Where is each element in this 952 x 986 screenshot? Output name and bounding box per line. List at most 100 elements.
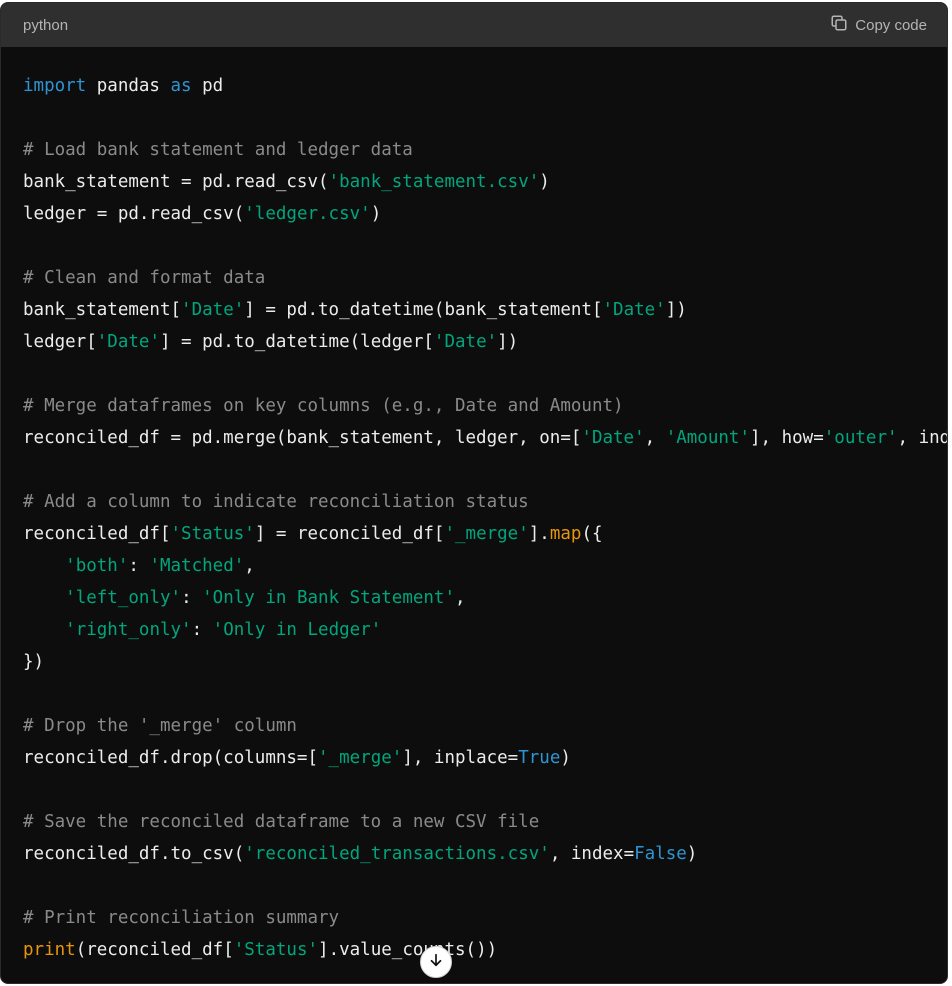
code-token: , index= xyxy=(549,844,635,864)
code-token: 'Only in Bank Statement' xyxy=(202,588,456,608)
code-token: }) xyxy=(23,652,45,672)
code-token: True xyxy=(518,748,561,768)
code-token: : xyxy=(181,588,203,608)
code-token: 'Date' xyxy=(433,332,498,352)
code-token: 'Matched' xyxy=(149,556,245,576)
code-token: pd xyxy=(191,76,224,96)
code-line: # Print reconciliation summary xyxy=(23,902,947,934)
code-token: 'Date' xyxy=(181,300,245,320)
code-token: , xyxy=(644,428,666,448)
code-line: # Drop the '_merge' column xyxy=(23,710,947,742)
code-token: ) xyxy=(539,172,550,192)
code-token: # Clean and format data xyxy=(23,268,266,288)
code-token: 'ledger.csv' xyxy=(244,204,371,224)
code-token: 'Status' xyxy=(233,940,319,960)
code-token: import xyxy=(23,76,87,96)
code-token: # Load bank statement and ledger data xyxy=(23,140,413,160)
language-label: python xyxy=(23,16,69,34)
code-line: 'both': 'Matched', xyxy=(23,550,947,582)
code-token: ({ xyxy=(581,524,603,544)
code-line: ledger['Date'] = pd.to_datetime(ledger['… xyxy=(23,326,947,358)
code-line: ledger = pd.read_csv('ledger.csv') xyxy=(23,198,947,230)
code-line: # Add a column to indicate reconciliatio… xyxy=(23,486,947,518)
code-token: 'Date' xyxy=(602,300,666,320)
code-token: 'Date' xyxy=(96,332,160,352)
code-token: ], inplace= xyxy=(402,748,519,768)
code-token: ledger[ xyxy=(23,332,97,352)
code-token: # Add a column to indicate reconciliatio… xyxy=(23,492,529,512)
code-line: # Merge dataframes on key columns (e.g.,… xyxy=(23,390,947,422)
code-token: 'both' xyxy=(65,556,129,576)
code-token: ]. xyxy=(528,524,550,544)
code-line: reconciled_df['Status'] = reconciled_df[… xyxy=(23,518,947,550)
code-token: 'Amount' xyxy=(665,428,750,448)
code-line: 'left_only': 'Only in Bank Statement', xyxy=(23,582,947,614)
code-token: ) xyxy=(560,748,571,768)
code-token: ] = pd.to_datetime(bank_statement[ xyxy=(244,300,603,320)
code-token: , xyxy=(455,588,466,608)
code-token: 'Status' xyxy=(170,524,255,544)
code-token: print xyxy=(23,940,76,960)
code-line: reconciled_df.drop(columns=['_merge'], i… xyxy=(23,742,947,774)
code-token: ]) xyxy=(665,300,687,320)
code-token: reconciled_df.drop(columns=[ xyxy=(23,748,319,768)
code-token: , xyxy=(244,556,255,576)
code-token: ledger = pd.read_csv( xyxy=(23,204,245,224)
code-content[interactable]: import pandas as pd # Load bank statemen… xyxy=(1,47,947,966)
code-line: # Clean and format data xyxy=(23,262,947,294)
code-token: ) xyxy=(370,204,382,224)
code-token: ] = pd.to_datetime(ledger[ xyxy=(159,332,434,352)
code-token: bank_statement[ xyxy=(23,300,182,320)
code-token: ]) xyxy=(497,332,519,352)
copy-code-button[interactable]: Copy code xyxy=(830,14,927,36)
code-line: reconciled_df = pd.merge(bank_statement,… xyxy=(23,422,947,454)
code-line: reconciled_df.to_csv('reconciled_transac… xyxy=(23,838,947,870)
code-token: 'bank_statement.csv' xyxy=(328,172,540,192)
code-block-header: python Copy code xyxy=(1,3,947,47)
code-token: ].value_counts()) xyxy=(318,940,498,960)
code-token: (reconciled_df[ xyxy=(75,940,234,960)
scroll-to-bottom-button[interactable] xyxy=(420,946,452,978)
code-token: , indicator= xyxy=(897,428,947,448)
code-token: : xyxy=(191,620,213,640)
copy-code-label: Copy code xyxy=(855,16,927,34)
code-token: ] = reconciled_df[ xyxy=(254,524,445,544)
code-token: ], how= xyxy=(750,428,824,448)
code-token: '_merge' xyxy=(444,524,529,544)
code-token: # Drop the '_merge' column xyxy=(23,716,297,736)
code-token: ) xyxy=(686,844,698,864)
code-line: }) xyxy=(23,646,947,678)
code-token: reconciled_df = pd.merge(bank_statement,… xyxy=(23,428,582,448)
code-line: import pandas as pd xyxy=(23,70,947,102)
arrow-down-icon xyxy=(427,951,445,974)
code-token: as xyxy=(170,76,192,96)
code-line: # Save the reconciled dataframe to a new… xyxy=(23,806,947,838)
code-token: 'outer' xyxy=(823,428,898,448)
code-token: bank_statement = pd.read_csv( xyxy=(23,172,329,192)
code-token: 'Date' xyxy=(581,428,645,448)
code-token: : xyxy=(128,556,150,576)
code-token: 'right_only' xyxy=(65,620,192,640)
code-token: reconciled_df.to_csv( xyxy=(23,844,245,864)
code-token: reconciled_df[ xyxy=(23,524,171,544)
code-line: # Load bank statement and ledger data xyxy=(23,134,947,166)
code-token: 'Only in Ledger' xyxy=(212,620,382,640)
code-token: # Print reconciliation summary xyxy=(23,908,340,928)
code-token: 'reconciled_transactions.csv' xyxy=(244,844,550,864)
copy-icon xyxy=(830,14,848,36)
code-line: print(reconciled_df['Status'].value_coun… xyxy=(23,934,947,966)
code-block: python Copy code import pandas as pd # L… xyxy=(0,2,948,984)
code-token: # Merge dataframes on key columns (e.g.,… xyxy=(23,396,624,416)
code-line: bank_statement = pd.read_csv('bank_state… xyxy=(23,166,947,198)
code-line: 'right_only': 'Only in Ledger' xyxy=(23,614,947,646)
code-token: pandas xyxy=(86,76,171,96)
